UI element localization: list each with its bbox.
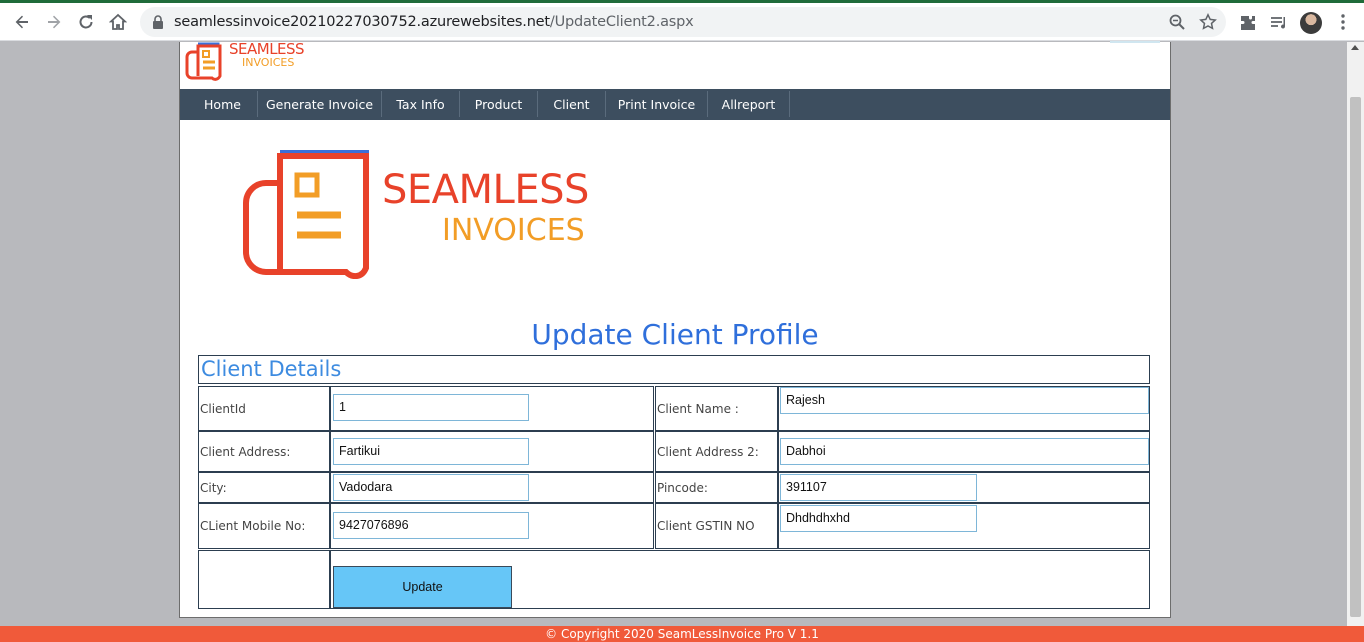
page-scrollbar[interactable] [1347, 42, 1364, 626]
main-logo-word2: INVOICES [442, 213, 585, 248]
main-logo-word1: SEAMLESS [382, 167, 589, 213]
pincode-input[interactable]: 391107 [780, 474, 977, 501]
nav-home[interactable]: Home [188, 91, 258, 117]
nav-print-invoice[interactable]: Print Invoice [606, 91, 708, 117]
menu-icon[interactable] [1341, 14, 1345, 30]
client-name-label: Client Name : [655, 386, 778, 431]
header-logo-word2: INVOICES [242, 56, 295, 69]
scroll-up-icon[interactable] [1351, 45, 1359, 50]
invoice-logo-icon [185, 42, 222, 81]
avatar[interactable] [1300, 12, 1322, 34]
client-name-input[interactable]: Rajesh [780, 387, 1149, 414]
main-logo: SEAMLESS INVOICES [240, 147, 600, 282]
nav-generate-invoice[interactable]: Generate Invoice [258, 91, 382, 117]
client-address2-label: Client Address 2: [655, 431, 778, 472]
header-logo[interactable]: SEAMLESS INVOICES [184, 40, 305, 82]
forward-icon[interactable] [41, 9, 67, 35]
client-id-input[interactable]: 1 [333, 394, 529, 421]
city-label: City: [198, 472, 330, 503]
star-icon[interactable] [1199, 13, 1217, 31]
lock-icon [153, 15, 163, 29]
client-address-label: Client Address: [198, 431, 330, 472]
reload-icon[interactable] [73, 9, 99, 35]
zoom-icon[interactable] [1168, 13, 1186, 31]
mobile-input[interactable]: 9427076896 [333, 512, 529, 539]
nav-client[interactable]: Client [538, 91, 606, 117]
client-address2-input[interactable]: Dabhoi [780, 438, 1149, 465]
section-title: Client Details [198, 355, 1150, 384]
client-address-input[interactable]: Fartikui [333, 438, 529, 465]
header-corner-strip [1110, 41, 1160, 43]
footer-copyright: © Copyright 2020 SeamLessInvoice Pro V 1… [0, 626, 1364, 642]
url-text: seamlessinvoice20210227030752.azurewebsi… [174, 14, 694, 30]
gstin-input[interactable]: Dhdhdhxhd [780, 505, 977, 532]
nav-allreport[interactable]: Allreport [708, 91, 790, 117]
extensions-icon[interactable] [1238, 13, 1258, 33]
update-button[interactable]: Update [333, 566, 512, 608]
media-icon[interactable] [1269, 13, 1289, 33]
mobile-label: CLient Mobile No: [198, 503, 330, 549]
home-icon[interactable] [105, 9, 131, 35]
main-navbar: Home Generate Invoice Tax Info Product C… [180, 89, 1170, 120]
invoice-logo-icon [243, 150, 369, 279]
pincode-label: Pincode: [655, 472, 778, 503]
client-id-label: ClientId [198, 386, 330, 431]
empty-cell [198, 550, 330, 609]
nav-tax-info[interactable]: Tax Info [382, 91, 460, 117]
nav-product[interactable]: Product [460, 91, 538, 117]
scroll-thumb[interactable] [1350, 97, 1361, 617]
gstin-label: Client GSTIN NO [655, 503, 778, 549]
back-icon[interactable] [9, 9, 35, 35]
address-bar[interactable]: seamlessinvoice20210227030752.azurewebsi… [140, 7, 1226, 37]
city-input[interactable]: Vadodara [333, 474, 529, 501]
browser-toolbar: seamlessinvoice20210227030752.azurewebsi… [0, 3, 1364, 41]
page-title: Update Client Profile [531, 318, 819, 351]
